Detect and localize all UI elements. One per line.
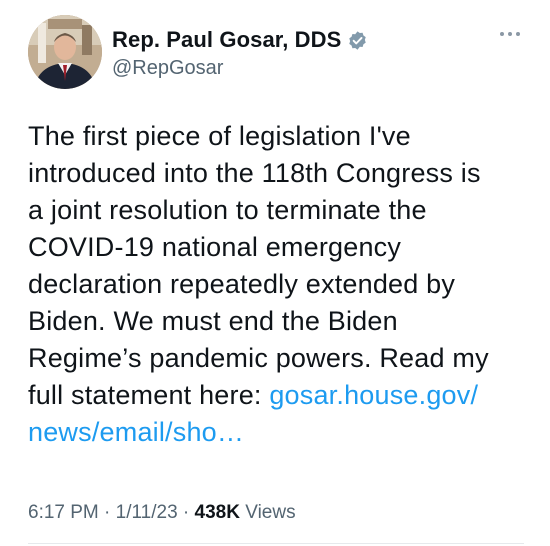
verified-badge-icon [347, 30, 368, 51]
statement-link[interactable]: gosar.house.gov/ [269, 380, 478, 410]
author-display-name[interactable]: Rep. Paul Gosar, DDS [112, 27, 341, 53]
tweet-text-line: COVID-19 national emergency [28, 232, 402, 262]
statement-link-continued[interactable]: news/email/sho… [28, 417, 244, 447]
views-count: 438K [194, 502, 240, 523]
tweet-text-segment: full statement here: [28, 380, 270, 410]
author-handle[interactable]: @RepGosar [112, 57, 223, 80]
tweet-text-line: full statement here: gosar.house.gov/ [28, 377, 528, 414]
avatar-photo [28, 15, 102, 89]
tweet-card: Rep. Paul Gosar, DDS @RepGosar The first… [0, 0, 550, 546]
tweet-text-line: a joint resolution to terminate the [28, 195, 427, 225]
avatar[interactable] [28, 15, 102, 89]
divider [28, 543, 524, 544]
tweet-text-line: The first piece of legislation I've [28, 121, 411, 151]
tweet-text-line: declaration repeatedly extended by [28, 269, 456, 299]
tweet-time[interactable]: 6:17 PM [28, 502, 99, 523]
tweet-text: The first piece of legislation I've intr… [28, 118, 528, 451]
tweet-meta: 6:17 PM · 1/11/23 · 438K Views [28, 502, 296, 524]
tweet-text-line: Regime’s pandemic powers. Read my [28, 343, 489, 373]
views-label: Views [245, 502, 296, 523]
more-dots-icon[interactable] [498, 27, 522, 41]
tweet-text-line: news/email/sho… [28, 414, 528, 451]
tweet-date[interactable]: 1/11/23 [116, 502, 178, 523]
meta-separator: · [182, 502, 190, 523]
meta-separator: · [104, 502, 111, 523]
tweet-text-line: introduced into the 118th Congress is [28, 158, 481, 188]
author-name-row: Rep. Paul Gosar, DDS [112, 27, 368, 53]
tweet-text-line: Biden. We must end the Biden [28, 306, 398, 336]
